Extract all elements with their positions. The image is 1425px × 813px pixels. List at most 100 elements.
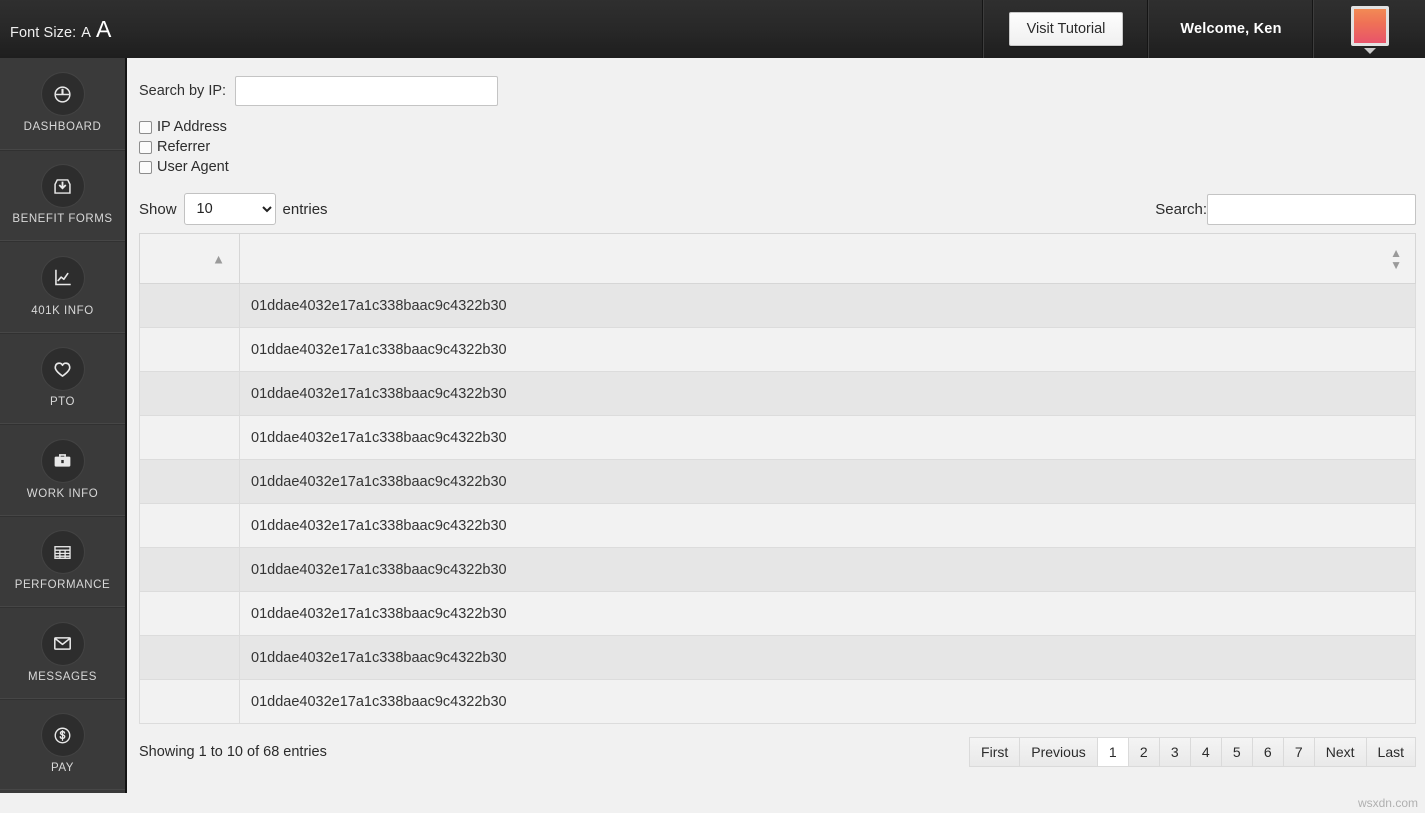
table-cell-hash: 01ddae4032e17a1c338baac9c4322b30 (239, 635, 1416, 680)
table-cell-hash: 01ddae4032e17a1c338baac9c4322b30 (239, 459, 1416, 504)
pagination-button-3[interactable]: 3 (1158, 737, 1190, 767)
checkbox-row-referrer[interactable]: Referrer (139, 139, 1425, 155)
table-row[interactable]: 01ddae4032e17a1c338baac9c4322b30 (139, 591, 1416, 636)
sidebar-label-pay: PAY (51, 762, 74, 774)
chevron-down-icon[interactable] (1363, 48, 1376, 54)
top-bar-left: Font Size: A A (0, 0, 983, 58)
pagination-button-last[interactable]: Last (1365, 737, 1416, 767)
sidebar-label-dashboard: DASHBOARD (23, 121, 102, 133)
font-size-label: Font Size: (10, 24, 77, 41)
table-cell-a (139, 459, 240, 504)
pagination-button-next[interactable]: Next (1313, 737, 1366, 767)
app-root: Font Size: A A Visit Tutorial Welcome, K… (0, 0, 1425, 813)
sidebar-label-messages: MESSAGES (28, 670, 97, 683)
datatable-search-input[interactable] (1207, 193, 1416, 225)
column-header-b[interactable]: ▲ ▼ (239, 233, 1416, 284)
dollar-circle-icon (41, 714, 84, 756)
avatar[interactable] (1350, 6, 1389, 46)
datatable-controls: Show 102550100 entries Search: (129, 179, 1425, 225)
table-row[interactable]: 01ddae4032e17a1c338baac9c4322b30 (139, 503, 1416, 548)
entries-length-control: Show 102550100 entries (139, 193, 328, 225)
sidebar-item-401k-info[interactable]: 401K INFO (0, 241, 125, 333)
column-header-a[interactable]: ▲ (139, 233, 240, 284)
table-cell-hash: 01ddae4032e17a1c338baac9c4322b30 (239, 327, 1416, 372)
checkbox-row-ip-address[interactable]: IP Address (139, 119, 1425, 135)
table-row[interactable]: 01ddae4032e17a1c338baac9c4322b30 (139, 459, 1416, 504)
pagination-button-6[interactable]: 6 (1251, 737, 1283, 767)
table-row[interactable]: 01ddae4032e17a1c338baac9c4322b30 (139, 415, 1416, 460)
table-cell-a (139, 679, 240, 724)
table-cell-hash: 01ddae4032e17a1c338baac9c4322b30 (239, 503, 1416, 548)
tutorial-cell: Visit Tutorial (983, 0, 1148, 58)
sidebar-label-benefit-forms: BENEFIT FORMS (12, 213, 113, 225)
sidebar-item-work-info[interactable]: WORK INFO (0, 424, 125, 516)
checkbox-ip-address[interactable] (139, 120, 152, 134)
gauge-icon (41, 73, 84, 115)
filter-checkbox-group: IP Address Referrer User Agent (139, 119, 1425, 175)
table-cell-a (139, 415, 240, 460)
inbox-download-icon (41, 165, 84, 207)
pagination-button-previous[interactable]: Previous (1019, 737, 1097, 767)
visit-tutorial-button[interactable]: Visit Tutorial (1008, 12, 1124, 46)
checkbox-user-agent[interactable] (139, 160, 152, 174)
search-label: Search: (1155, 200, 1207, 218)
checkbox-label-ip-address[interactable]: IP Address (157, 119, 227, 135)
table-cell-hash: 01ddae4032e17a1c338baac9c4322b30 (239, 679, 1416, 724)
pagination-button-5[interactable]: 5 (1220, 737, 1252, 767)
briefcase-icon (41, 439, 84, 482)
avatar-block[interactable] (1350, 6, 1389, 54)
table-cell-a (139, 283, 240, 328)
table-cell-hash: 01ddae4032e17a1c338baac9c4322b30 (239, 371, 1416, 416)
table-row[interactable]: 01ddae4032e17a1c338baac9c4322b30 (139, 283, 1416, 328)
font-size-small-button[interactable]: A (81, 25, 91, 41)
main-content: Search by IP: IP Address Referrer User A… (129, 58, 1425, 813)
table-cell-a (139, 591, 240, 636)
pagination-button-1[interactable]: 1 (1096, 737, 1128, 767)
checkbox-label-referrer[interactable]: Referrer (157, 139, 210, 155)
sidebar-label-work-info: WORK INFO (26, 487, 99, 500)
sidebar-item-dashboard[interactable]: DASHBOARD (0, 58, 125, 150)
datatable-search-control: Search: (1155, 193, 1416, 225)
sidebar-item-messages[interactable]: MESSAGES (0, 607, 125, 699)
pagination-button-first[interactable]: First (969, 737, 1020, 767)
envelope-icon (41, 622, 84, 665)
pagination-button-2[interactable]: 2 (1127, 737, 1159, 767)
sidebar-label-performance: PERFORMANCE (14, 579, 111, 591)
heart-icon (41, 348, 84, 390)
sidebar-label-pto: PTO (49, 396, 76, 408)
search-by-ip-input[interactable] (235, 76, 499, 106)
ip-filter-panel: Search by IP: IP Address Referrer User A… (129, 58, 1425, 175)
line-chart-icon (41, 256, 84, 299)
sidebar-item-pto[interactable]: PTO (0, 332, 125, 424)
entries-per-page-select[interactable]: 102550100 (183, 193, 276, 225)
table-cell-a (139, 371, 240, 416)
checkbox-row-user-agent[interactable]: User Agent (139, 159, 1425, 175)
font-size-large-button[interactable]: A (96, 17, 111, 41)
pagination-button-7[interactable]: 7 (1282, 737, 1314, 767)
table-row[interactable]: 01ddae4032e17a1c338baac9c4322b30 (139, 327, 1416, 372)
table-row[interactable]: 01ddae4032e17a1c338baac9c4322b30 (139, 547, 1416, 592)
datatable-wrapper: ▲ ▲ ▼ 01ddae4032e17a1c338baac9c4322b30 01d… (129, 225, 1425, 724)
search-by-ip-row: Search by IP: (139, 76, 1425, 106)
checkbox-referrer[interactable] (139, 140, 152, 154)
table-cell-hash: 01ddae4032e17a1c338baac9c4322b30 (239, 415, 1416, 460)
checkbox-label-user-agent[interactable]: User Agent (157, 159, 229, 175)
sidebar: DASHBOARD BENEFIT FORMS 401K INFO PTO WO… (0, 58, 127, 793)
table-row[interactable]: 01ddae4032e17a1c338baac9c4322b30 (139, 635, 1416, 680)
sidebar-item-pay[interactable]: PAY (0, 698, 125, 790)
table-row[interactable]: 01ddae4032e17a1c338baac9c4322b30 (139, 371, 1416, 416)
sidebar-item-benefit-forms[interactable]: BENEFIT FORMS (0, 149, 125, 241)
table-head: ▲ ▲ ▼ (139, 233, 1416, 284)
welcome-text: Welcome, Ken (1180, 21, 1282, 37)
table-cell-a (139, 503, 240, 548)
table-grid-icon (41, 531, 84, 573)
pagination-button-4[interactable]: 4 (1189, 737, 1221, 767)
sidebar-item-performance[interactable]: PERFORMANCE (0, 515, 125, 607)
table-row[interactable]: 01ddae4032e17a1c338baac9c4322b30 (139, 679, 1416, 724)
table-body: 01ddae4032e17a1c338baac9c4322b30 01ddae40… (139, 283, 1416, 724)
account-menu[interactable] (1313, 0, 1425, 58)
table-header-row: ▲ ▲ ▼ (139, 233, 1416, 284)
entries-label: entries (282, 200, 328, 218)
font-size-control: Font Size: A A (10, 17, 111, 41)
sidebar-label-401k-info: 401K INFO (31, 304, 94, 317)
